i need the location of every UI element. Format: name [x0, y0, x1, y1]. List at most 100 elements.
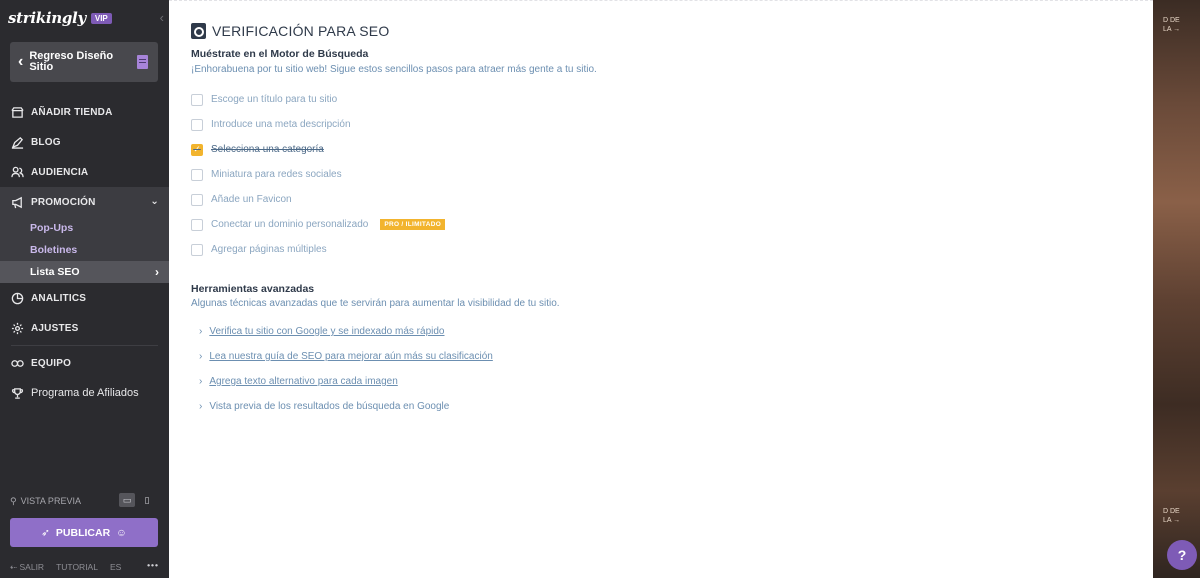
checklist-item-custom-domain[interactable]: Conectar un dominio personalizado PRO / …	[191, 212, 446, 237]
tool-link-label[interactable]: Verifica tu sitio con Google y se indexa…	[209, 326, 444, 337]
help-button[interactable]: ?	[1167, 540, 1197, 570]
sidebar-item-add-store[interactable]: AÑADIR TIENDA	[0, 97, 169, 127]
checklist-item-multiple-pages[interactable]: Agregar páginas múltiples	[191, 237, 445, 262]
exit-label: SALIR	[19, 561, 45, 572]
publish-label: PUBLICAR	[55, 526, 111, 539]
tool-link-label[interactable]: Vista previa de los resultados de búsque…	[209, 401, 449, 412]
section-subtitle: Algunas técnicas avanzadas que te servir…	[191, 298, 560, 309]
checklist-label: Conectar un dominio personalizado	[211, 219, 369, 230]
trophy-icon	[11, 387, 24, 400]
preview-text: D DE LA →	[1163, 17, 1181, 33]
sidebar-subitem-seo-list[interactable]: Lista SEO ›	[0, 261, 169, 283]
checklist-label: Escoge un título para tu sitio	[211, 94, 338, 105]
search-icon: ⚲	[10, 495, 17, 506]
seo-search-icon	[191, 23, 206, 39]
publish-button[interactable]: ➶ PUBLICAR ☺	[10, 518, 158, 547]
tool-link-label[interactable]: Lea nuestra guía de SEO para mejorar aún…	[209, 351, 493, 362]
sidebar-footer: ⚲ VISTA PREVIA ▭ ▯ ➶ PUBLICAR ☺ ⇠ SALIR …	[0, 490, 169, 572]
chevron-left-icon: ‹	[18, 53, 24, 70]
mobile-icon[interactable]: ▯	[139, 493, 155, 507]
preview-label: VISTA PREVIA	[20, 496, 81, 506]
checkbox[interactable]	[191, 243, 203, 256]
sidebar-item-blog[interactable]: BLOG	[0, 127, 169, 157]
tool-link-google-verify[interactable]: › Verifica tu sitio con Google y se inde…	[199, 319, 493, 344]
exit-icon: ⇠	[10, 561, 18, 572]
pen-icon	[11, 136, 24, 149]
rocket-icon: ➶	[41, 526, 50, 539]
section-title: Muéstrate en el Motor de Búsqueda	[191, 48, 369, 60]
footer-links: ⇠ SALIR TUTORIAL ES •••	[0, 560, 169, 574]
checkbox[interactable]	[191, 118, 203, 131]
checklist-item-site-title[interactable]: Escoge un título para tu sitio	[191, 87, 445, 112]
tool-link-label[interactable]: Agrega texto alternativo para cada image…	[209, 376, 397, 387]
sidebar-item-label: ANALITICS	[31, 292, 87, 304]
more-options-icon[interactable]: •••	[147, 560, 159, 570]
sidebar-item-audience[interactable]: AUDIENCIA	[0, 157, 169, 187]
sidebar-subitem-label: Lista SEO	[30, 266, 80, 278]
checkbox[interactable]	[191, 168, 203, 181]
sidebar-item-affiliates[interactable]: Programa de Afiliados	[0, 378, 169, 408]
chevron-down-icon: ⌄	[150, 196, 159, 207]
checklist-label: Introduce una meta descripción	[211, 119, 351, 130]
editor-sidebar: strikingly VIP ‹ ‹ Regreso Diseño Sitio …	[0, 0, 169, 578]
checklist-label: Miniatura para redes sociales	[211, 169, 342, 180]
checklist-item-category[interactable]: ✓ Selecciona una categoría	[191, 137, 445, 162]
sidebar-subitem-newsletters[interactable]: Boletines	[0, 239, 169, 261]
device-switcher: ▭ ▯	[119, 493, 155, 507]
sidebar-item-analytics[interactable]: ANALITICS	[0, 283, 169, 313]
seo-checklist-panel: VERIFICACIÓN PARA SEO Muéstrate en el Mo…	[169, 0, 1153, 578]
brand-logo: strikingly	[8, 9, 86, 27]
tool-link-seo-guide[interactable]: › Lea nuestra guía de SEO para mejorar a…	[199, 344, 493, 369]
checklist-label: Selecciona una categoría	[211, 144, 324, 155]
sidebar-item-label: AJUSTES	[31, 322, 79, 334]
megaphone-icon	[11, 196, 24, 209]
chevron-right-icon: ›	[199, 326, 203, 337]
sidebar-item-label: AÑADIR TIENDA	[31, 106, 113, 118]
section-title: Herramientas avanzadas	[191, 283, 315, 295]
page-icon	[137, 55, 148, 69]
store-icon	[11, 106, 24, 119]
chevron-right-icon: ›	[199, 401, 203, 412]
page-title: VERIFICACIÓN PARA SEO	[212, 23, 390, 39]
checkbox[interactable]	[191, 93, 203, 106]
desktop-icon[interactable]: ▭	[119, 493, 135, 507]
language-selector[interactable]: ES	[110, 562, 121, 572]
site-preview-strip: D DE LA → D DE LA →	[1153, 0, 1200, 578]
gear-icon	[11, 322, 24, 335]
back-to-site-design-button[interactable]: ‹ Regreso Diseño Sitio	[10, 42, 158, 82]
sidebar-item-label: AUDIENCIA	[31, 166, 89, 178]
sidebar-subitem-popups[interactable]: Pop-Ups	[0, 217, 169, 239]
promotion-section: PROMOCIÓN ⌄ Pop-Ups Boletines Lista SEO …	[0, 187, 169, 283]
brand[interactable]: strikingly VIP	[8, 8, 112, 28]
chevron-right-icon: ›	[199, 351, 203, 362]
sidebar-item-label: PROMOCIÓN	[31, 196, 96, 208]
tool-link-search-preview[interactable]: › Vista previa de los resultados de búsq…	[199, 394, 493, 419]
section-subtitle: ¡Enhorabuena por tu sitio web! Sigue est…	[191, 64, 597, 75]
sidebar-item-team[interactable]: EQUIPO	[0, 348, 169, 378]
back-label: Regreso Diseño Sitio	[29, 50, 114, 73]
team-icon	[11, 357, 24, 370]
chevron-right-icon: ›	[199, 376, 203, 387]
pie-chart-icon	[11, 292, 24, 305]
checklist-item-favicon[interactable]: Añade un Favicon	[191, 187, 445, 212]
checklist-item-meta-description[interactable]: Introduce una meta descripción	[191, 112, 445, 137]
sidebar-item-promotion[interactable]: PROMOCIÓN ⌄	[0, 187, 169, 217]
checkbox-checked[interactable]: ✓	[191, 143, 203, 156]
checkbox[interactable]	[191, 193, 203, 206]
pro-badge: PRO / ILIMITADO	[380, 219, 446, 230]
chevron-right-icon: ›	[155, 265, 159, 279]
sidebar-nav: AÑADIR TIENDA BLOG AUDIENCIA PROMOCIÓN ⌄…	[0, 97, 169, 408]
advanced-tools-list: › Verifica tu sitio con Google y se inde…	[199, 319, 493, 419]
checkbox[interactable]	[191, 218, 203, 231]
exit-link[interactable]: ⇠ SALIR	[10, 562, 44, 573]
sidebar-item-settings[interactable]: AJUSTES	[0, 313, 169, 343]
checklist-label: Agregar páginas múltiples	[211, 244, 327, 255]
collapse-sidebar-icon[interactable]: ‹	[160, 10, 164, 25]
checklist-item-social-thumbnail[interactable]: Miniatura para redes sociales	[191, 162, 445, 187]
preview-row[interactable]: ⚲ VISTA PREVIA ▭ ▯	[0, 490, 169, 512]
page-header: VERIFICACIÓN PARA SEO	[191, 23, 389, 39]
emoji-icon: ☺	[116, 526, 127, 539]
people-icon	[11, 166, 24, 179]
tool-link-alt-text[interactable]: › Agrega texto alternativo para cada ima…	[199, 369, 493, 394]
tutorial-link[interactable]: TUTORIAL	[56, 562, 98, 572]
